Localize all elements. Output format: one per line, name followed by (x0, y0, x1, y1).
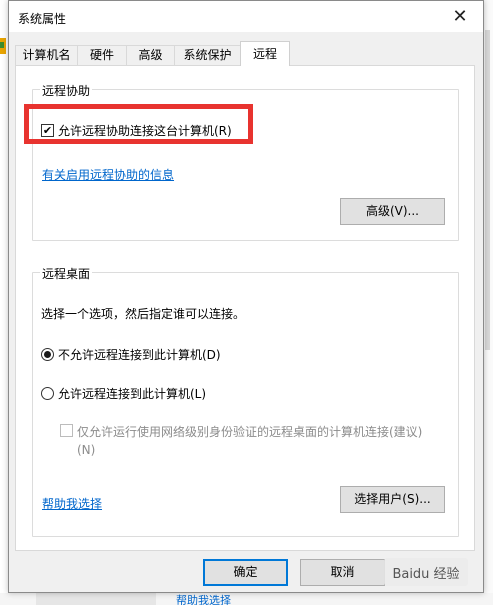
allow-remote-radio[interactable] (41, 387, 54, 400)
allow-remote-assistance-row[interactable]: ✔ 允许远程协助连接这台计算机(R) (41, 122, 232, 139)
nla-label-line2: (N) (77, 443, 96, 457)
tab-system-protection[interactable]: 系统保护 (174, 45, 241, 65)
remote-desktop-title: 远程桌面 (40, 265, 93, 282)
watermark: Baidu 经验 (384, 558, 468, 586)
nla-checkbox (60, 424, 73, 437)
tab-advanced[interactable]: 高级 (126, 45, 175, 65)
close-icon[interactable]: ✕ (437, 1, 483, 32)
background-scrollbar (485, 30, 490, 350)
remote-desktop-instruction: 选择一个选项，然后指定谁可以连接。 (41, 307, 246, 321)
remote-assistance-title: 远程协助 (40, 82, 93, 99)
tab-hardware[interactable]: 硬件 (77, 45, 127, 65)
allow-remote-assistance-label: 允许远程协助连接这台计算机(R) (58, 124, 232, 138)
background-help-link: 帮助我选择 (176, 594, 231, 605)
help-me-choose-link[interactable]: 帮助我选择 (42, 495, 102, 512)
allow-remote-label: 允许远程连接到此计算机(L) (58, 387, 207, 401)
tab-strip: 计算机名 硬件 高级 系统保护 远程 (15, 41, 475, 66)
remote-assistance-group: 远程协助 ✔ 允许远程协助连接这台计算机(R) 有关启用远程协助的信息 高级(V… (32, 82, 459, 241)
ok-button[interactable]: 确定 (203, 559, 288, 586)
nla-label-line1: 仅允许运行使用网络级别身份验证的远程桌面的计算机连接(建议) (77, 425, 423, 439)
background-panel (36, 593, 156, 605)
deny-remote-label: 不允许远程连接到此计算机(D) (58, 348, 221, 362)
window-title: 系统属性 (18, 12, 67, 26)
deny-remote-row[interactable]: 不允许远程连接到此计算机(D) (41, 346, 221, 363)
background-icon-accent (0, 42, 4, 48)
radio-selected-dot (44, 351, 51, 358)
background-window-right (483, 0, 493, 605)
tab-remote[interactable]: 远程 (240, 41, 290, 66)
tab-computer-name[interactable]: 计算机名 (15, 45, 78, 65)
select-users-button[interactable]: 选择用户(S)... (340, 486, 445, 513)
remote-tab-panel: 远程协助 ✔ 允许远程协助连接这台计算机(R) 有关启用远程协助的信息 高级(V… (15, 65, 475, 551)
nla-row: 仅允许运行使用网络级别身份验证的远程桌面的计算机连接(建议) (N) (60, 423, 422, 457)
allow-remote-assistance-checkbox[interactable]: ✔ (41, 124, 54, 137)
advanced-button[interactable]: 高级(V)... (340, 198, 445, 225)
cancel-button[interactable]: 取消 (300, 559, 385, 586)
background-window-left (0, 0, 8, 605)
remote-assistance-info-link[interactable]: 有关启用远程协助的信息 (42, 166, 174, 183)
system-properties-dialog: 系统属性 ✕ 计算机名 硬件 高级 系统保护 远程 远程协助 ✔ 允许远程协助连… (8, 0, 484, 593)
allow-remote-row[interactable]: 允许远程连接到此计算机(L) (41, 385, 206, 402)
deny-remote-radio[interactable] (41, 348, 54, 361)
background-window-bottom: 帮助我选择 (0, 593, 493, 605)
remote-desktop-group: 远程桌面 选择一个选项，然后指定谁可以连接。 不允许远程连接到此计算机(D) 允… (32, 265, 459, 537)
title-bar: 系统属性 ✕ (9, 1, 483, 32)
